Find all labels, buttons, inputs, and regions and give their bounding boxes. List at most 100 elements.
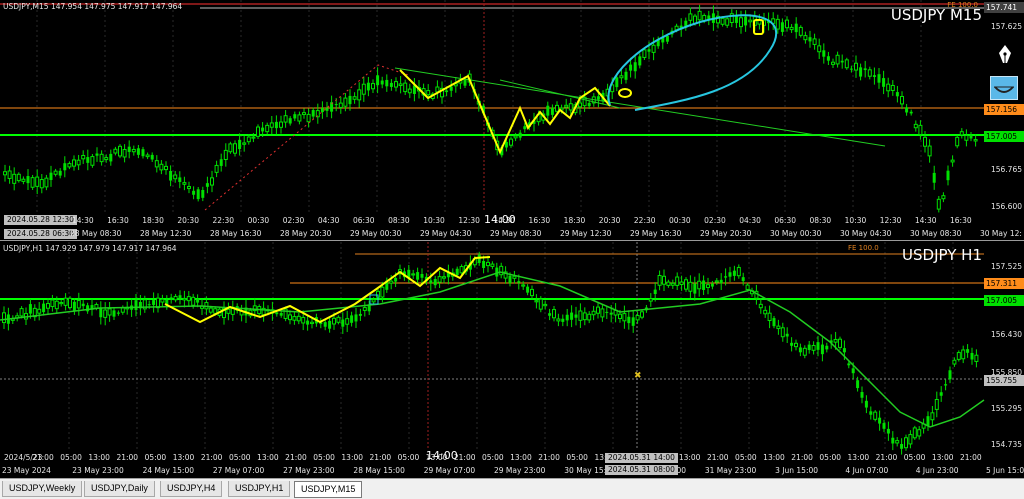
time-tick: 02:30 <box>704 216 726 225</box>
m15-candle-up <box>187 186 191 189</box>
m15-candle-up <box>246 136 251 143</box>
m15-candle-down <box>624 71 628 80</box>
h1-candle-up <box>622 313 627 322</box>
h1-chart-canvas[interactable]: ✖ <box>0 242 1024 478</box>
m15-candle-up <box>361 83 366 95</box>
h1-candle-up <box>292 316 297 321</box>
m15-candle-up <box>798 26 803 36</box>
time-tick: 20:30 <box>598 216 621 225</box>
m15-candle-up <box>867 69 872 77</box>
date-tick: 4 Jun 07:00 <box>845 466 889 475</box>
m15-candle-down <box>385 79 389 87</box>
time-tick: 21:00 <box>32 453 54 462</box>
m15-candle-up <box>164 165 168 171</box>
pen-nib-icon[interactable] <box>994 44 1016 66</box>
m15-candle-up <box>67 163 72 168</box>
h1-candle-down <box>561 318 565 322</box>
m15-candle-up <box>568 103 573 111</box>
date-tick: 28 May 08:30 <box>70 229 122 238</box>
h1-candle-up <box>380 286 385 298</box>
tab-m15[interactable]: USDJPY,M15 <box>294 481 363 498</box>
h1-candle-down <box>517 281 521 283</box>
h1-candle-up <box>213 308 218 314</box>
h1-candle-up <box>63 297 68 306</box>
m15-candle-up <box>578 102 582 108</box>
h1-candle-down <box>798 347 802 353</box>
h1-candle-up <box>794 342 798 348</box>
h1-candle-up <box>2 312 6 324</box>
m15-candle-up <box>973 139 978 142</box>
bowl-icon[interactable] <box>990 76 1018 100</box>
tab-h1[interactable]: USDJPY,H1 <box>228 481 291 497</box>
m15-candle-down <box>780 22 784 32</box>
m15-candle-up <box>927 145 932 157</box>
m15-candle-down <box>546 105 550 116</box>
chart-pane-m15[interactable]: USDJPY,M15 147.954 147.975 147.917 147.9… <box>0 0 1024 241</box>
tab-h4[interactable]: USDJPY,H4 <box>160 481 223 497</box>
m15-candle-up <box>964 134 969 141</box>
m15-candle-up <box>30 177 35 188</box>
m15-candle-down <box>808 37 812 42</box>
m15-candle-up <box>159 163 164 171</box>
time-tick: 10:30 <box>844 216 867 225</box>
h1-candle-up <box>587 313 592 321</box>
m15-candle-down <box>638 56 642 66</box>
m15-candle-down <box>334 104 338 106</box>
m15-candle-up <box>104 157 109 161</box>
price-tick: 156.430 <box>990 330 1022 339</box>
chart-pane-h1[interactable]: ✖ USDJPY,H1 147.929 147.979 147.917 147.… <box>0 242 1024 478</box>
time-tick: 21:00 <box>875 453 898 462</box>
h1-candle-up <box>591 310 596 316</box>
h1-candle-down <box>864 400 868 408</box>
m15-candle-up <box>725 18 730 26</box>
m15-candle-up <box>265 124 270 133</box>
h1-candle-down <box>42 303 46 313</box>
date-tick: 23 May 2024 <box>2 466 51 475</box>
m15-candle-down <box>647 49 651 52</box>
date-tick: 29 May 00:30 <box>350 229 402 238</box>
h1-candle-down <box>728 272 732 277</box>
m15-chart-canvas[interactable] <box>0 0 1024 240</box>
h1-candle-down <box>477 254 481 263</box>
time-tick: 00:30 <box>247 216 270 225</box>
tab-weekly[interactable]: USDJPY,Weekly <box>2 481 83 497</box>
h1-candle-up <box>714 280 719 283</box>
time-tick: 21:00 <box>369 453 392 462</box>
m15-candle-up <box>352 96 357 100</box>
cross-marker: ✖ <box>634 371 642 381</box>
mark-annotation <box>618 88 632 98</box>
h1-time-scale: 2024/5/23 21:00 05:00 13:00 21:00 05:00 13:00 2… <box>0 453 1024 465</box>
h1-candle-up <box>811 344 816 351</box>
time-tick: 14:30 <box>72 216 94 225</box>
h1-candle-down <box>851 368 855 374</box>
h1-fe-label: FE 100.0 <box>848 244 879 252</box>
h1-candle-down <box>112 310 116 317</box>
tab-daily[interactable]: USDJPY,Daily <box>84 481 155 497</box>
h1-candle-down <box>886 428 890 434</box>
time-tick: 06:30 <box>352 216 375 225</box>
h1-candle-up <box>961 349 966 360</box>
m15-candle-down <box>615 77 619 88</box>
m15-candle-down <box>219 159 223 166</box>
time-tick: 05:00 <box>566 453 588 462</box>
m15-candle-down <box>26 176 30 184</box>
h1-candle-up <box>182 297 187 301</box>
m15-candle-up <box>941 195 946 200</box>
time-tick: 13:00 <box>341 453 364 462</box>
h1-candle-down <box>869 411 873 415</box>
h1-candle-up <box>675 276 680 286</box>
h1-candle-up <box>706 284 710 288</box>
time-tick: 05:00 <box>735 453 757 462</box>
m15-candle-down <box>445 90 449 93</box>
h1-candle-down <box>341 319 345 327</box>
m15-candle-up <box>44 177 49 188</box>
m15-candle-up <box>831 61 835 65</box>
time-tick: 14:30 <box>914 216 937 225</box>
m15-candle-down <box>238 139 242 150</box>
time-tick: 05:00 <box>482 453 504 462</box>
h1-candle-up <box>521 284 526 287</box>
h1-candle-up <box>912 427 917 439</box>
date-tick: 23 May 23:00 <box>72 466 124 475</box>
m15-candle-up <box>251 136 256 139</box>
m15-candle-up <box>210 177 214 186</box>
